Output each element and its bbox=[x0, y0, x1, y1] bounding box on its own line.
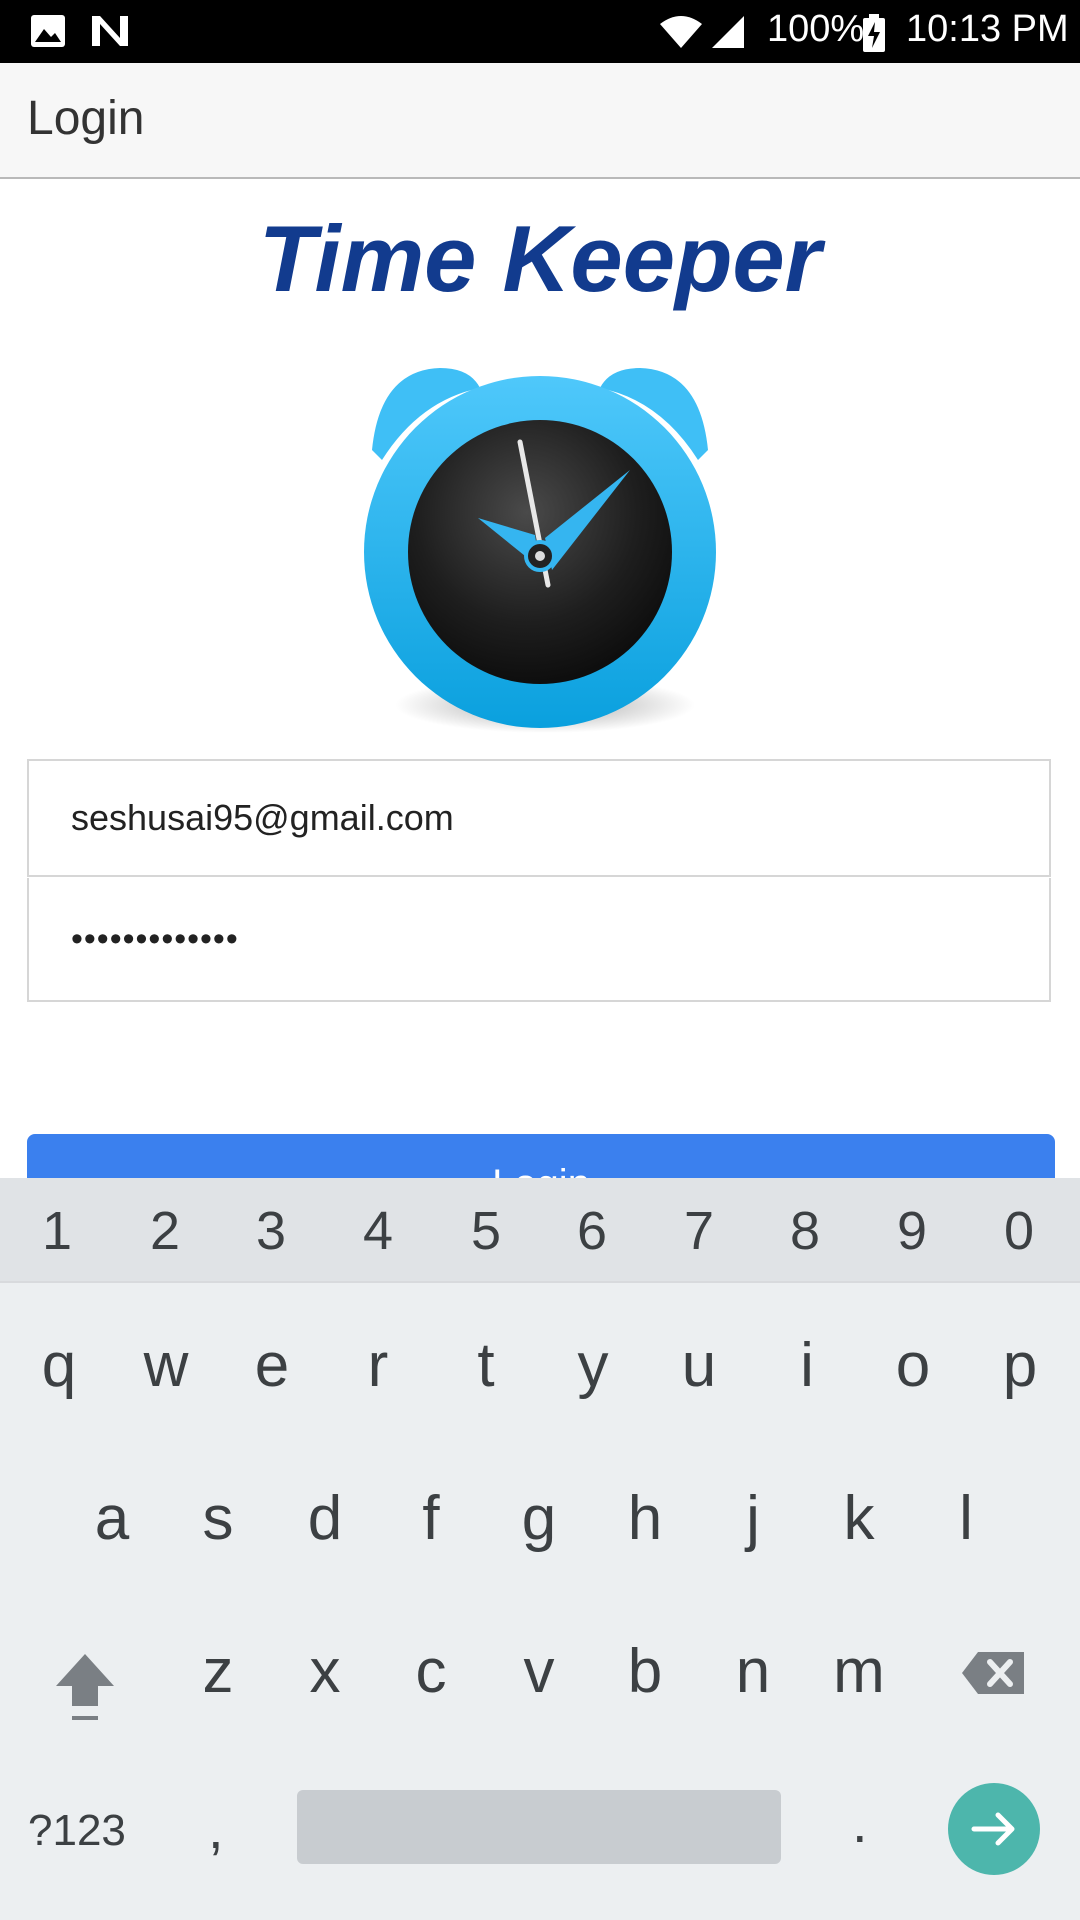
key-r[interactable]: r bbox=[333, 1330, 423, 1401]
key-f[interactable]: f bbox=[386, 1483, 476, 1554]
space-bar[interactable] bbox=[297, 1790, 781, 1864]
password-input[interactable] bbox=[71, 878, 971, 1000]
key-6[interactable]: 6 bbox=[552, 1200, 632, 1262]
key-l[interactable]: l bbox=[921, 1483, 1011, 1554]
key-c[interactable]: c bbox=[386, 1636, 476, 1707]
key-p[interactable]: p bbox=[975, 1330, 1065, 1401]
comma-key[interactable]: , bbox=[208, 1796, 224, 1861]
key-u[interactable]: u bbox=[654, 1330, 744, 1401]
battery-charging-icon bbox=[863, 14, 885, 52]
arrow-right-icon bbox=[971, 1812, 1015, 1846]
key-h[interactable]: h bbox=[600, 1483, 690, 1554]
key-q[interactable]: q bbox=[14, 1330, 104, 1401]
key-o[interactable]: o bbox=[868, 1330, 958, 1401]
enter-key[interactable] bbox=[948, 1783, 1040, 1875]
app-bar: Login bbox=[0, 63, 1080, 179]
soft-keyboard: 1 2 3 4 5 6 7 8 9 0 q w e r t y u i o p … bbox=[0, 1178, 1080, 1920]
key-s[interactable]: s bbox=[173, 1483, 263, 1554]
key-e[interactable]: e bbox=[227, 1330, 317, 1401]
key-b[interactable]: b bbox=[600, 1636, 690, 1707]
key-1[interactable]: 1 bbox=[17, 1200, 97, 1262]
key-a[interactable]: a bbox=[67, 1483, 157, 1554]
shift-icon[interactable] bbox=[52, 1648, 118, 1724]
key-z[interactable]: z bbox=[173, 1636, 263, 1707]
email-input[interactable] bbox=[71, 761, 971, 875]
period-key[interactable]: . bbox=[852, 1790, 868, 1855]
wifi-icon bbox=[660, 16, 702, 48]
signal-icon bbox=[712, 16, 744, 48]
key-t[interactable]: t bbox=[441, 1330, 531, 1401]
battery-percent: 100% bbox=[767, 8, 865, 50]
app-name-heading: Time Keeper bbox=[258, 206, 822, 311]
key-y[interactable]: y bbox=[548, 1330, 638, 1401]
number-row: 1 2 3 4 5 6 7 8 9 0 bbox=[0, 1178, 1080, 1283]
page-title: Login bbox=[27, 92, 145, 145]
key-v[interactable]: v bbox=[494, 1636, 584, 1707]
status-time: 10:13 PM bbox=[906, 8, 1069, 50]
key-w[interactable]: w bbox=[121, 1330, 211, 1401]
key-g[interactable]: g bbox=[494, 1483, 584, 1554]
key-n[interactable]: n bbox=[708, 1636, 798, 1707]
password-field[interactable] bbox=[27, 878, 1051, 1002]
key-j[interactable]: j bbox=[708, 1483, 798, 1554]
key-0[interactable]: 0 bbox=[979, 1200, 1059, 1262]
n-icon bbox=[92, 16, 128, 46]
key-m[interactable]: m bbox=[814, 1636, 904, 1707]
alarm-clock-icon bbox=[364, 368, 716, 733]
email-field[interactable] bbox=[27, 759, 1051, 877]
image-icon bbox=[31, 15, 65, 47]
key-9[interactable]: 9 bbox=[872, 1200, 952, 1262]
key-x[interactable]: x bbox=[280, 1636, 370, 1707]
key-i[interactable]: i bbox=[762, 1330, 852, 1401]
status-bar: 100% 10:13 PM bbox=[0, 0, 1080, 63]
backspace-icon[interactable] bbox=[960, 1648, 1028, 1698]
key-4[interactable]: 4 bbox=[338, 1200, 418, 1262]
key-2[interactable]: 2 bbox=[125, 1200, 205, 1262]
key-3[interactable]: 3 bbox=[231, 1200, 311, 1262]
key-7[interactable]: 7 bbox=[659, 1200, 739, 1262]
key-k[interactable]: k bbox=[814, 1483, 904, 1554]
key-d[interactable]: d bbox=[280, 1483, 370, 1554]
key-8[interactable]: 8 bbox=[765, 1200, 845, 1262]
symbols-key[interactable]: ?123 bbox=[28, 1806, 126, 1856]
key-5[interactable]: 5 bbox=[446, 1200, 526, 1262]
